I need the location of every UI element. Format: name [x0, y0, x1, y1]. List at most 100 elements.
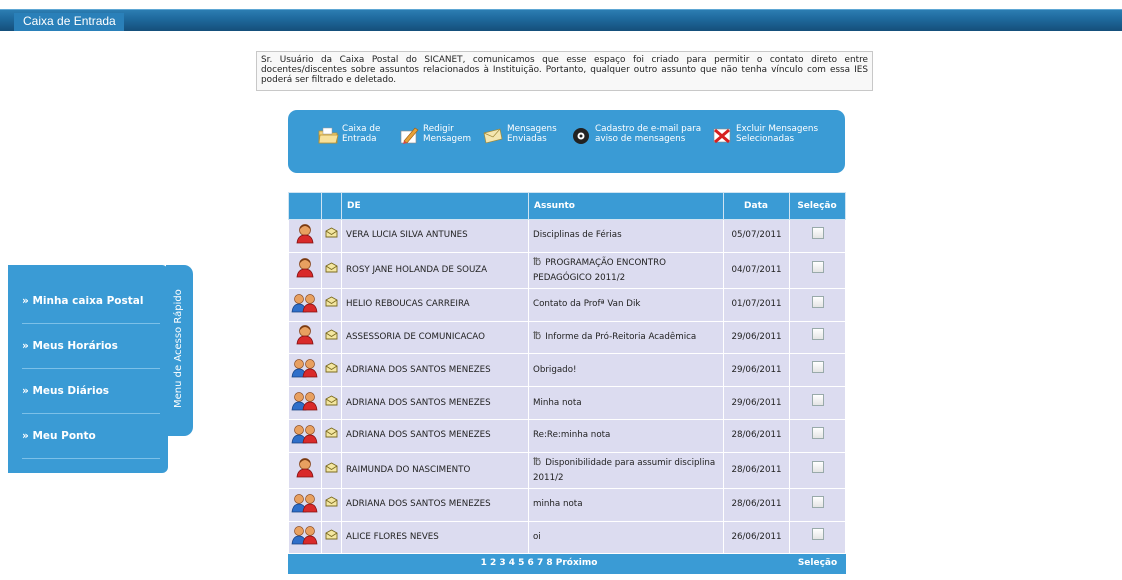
side-item-diaries[interactable]: » Meus Diários: [22, 369, 160, 414]
subject-cell[interactable]: ℔ Disponibilidade para assumir disciplina…: [528, 451, 724, 489]
select-checkbox[interactable]: [811, 295, 824, 308]
sender-name[interactable]: ADRIANA DOS SANTOS MENEZES: [346, 398, 491, 408]
subject-cell[interactable]: Obrigado!: [528, 353, 724, 388]
table-row[interactable]: ALICE FLORES NEVES oi 26/06/2011: [288, 520, 846, 555]
from-cell[interactable]: ROSY JANE HOLANDA DE SOUZA: [341, 251, 529, 289]
select-checkbox[interactable]: [811, 426, 824, 439]
table-row[interactable]: ADRIANA DOS SANTOS MENEZES minha nota 28/0…: [288, 487, 846, 522]
from-cell[interactable]: ADRIANA DOS SANTOS MENEZES: [341, 353, 529, 388]
subject-text[interactable]: Minha nota: [533, 398, 582, 408]
select-checkbox[interactable]: [811, 361, 824, 374]
envelope-cell: [321, 487, 342, 522]
sender-name[interactable]: ADRIANA DOS SANTOS MENEZES: [346, 499, 491, 509]
from-cell[interactable]: ASSESSORIA DE COMUNICACAO: [341, 320, 529, 355]
from-cell[interactable]: ADRIANA DOS SANTOS MENEZES: [341, 487, 529, 522]
date-cell: 01/07/2011: [723, 287, 790, 322]
table-row[interactable]: ASSESSORIA DE COMUNICACAO ℔ Informe da Pró…: [288, 320, 846, 355]
select-checkbox[interactable]: [811, 261, 824, 274]
envelope-icon: [325, 529, 338, 543]
table-row[interactable]: ADRIANA DOS SANTOS MENEZES Obrigado! 29/06…: [288, 353, 846, 388]
from-cell[interactable]: HELIO REBOUCAS CARREIRA: [341, 287, 529, 322]
from-cell[interactable]: RAIMUNDA DO NASCIMENTO: [341, 451, 529, 489]
sender-name[interactable]: ASSESSORIA DE COMUNICACAO: [346, 332, 485, 342]
header-select[interactable]: Seleção: [789, 192, 846, 220]
subject-text[interactable]: Disciplinas de Férias: [533, 230, 622, 240]
subject-cell[interactable]: Contato da Profª Van Dik: [528, 287, 724, 322]
from-cell[interactable]: ALICE FLORES NEVES: [341, 520, 529, 555]
table-row[interactable]: HELIO REBOUCAS CARREIRA Contato da Profª …: [288, 287, 846, 322]
select-checkbox[interactable]: [811, 528, 824, 541]
single-user-icon: [294, 458, 316, 481]
envelope-icon: [325, 362, 338, 376]
from-cell[interactable]: ADRIANA DOS SANTOS MENEZES: [341, 418, 529, 453]
envelope-cell: [321, 451, 342, 489]
compose-button[interactable]: Redigir Mensagem: [398, 124, 471, 153]
subject-text[interactable]: Contato da Profª Van Dik: [533, 299, 640, 309]
select-cell: [789, 520, 846, 555]
select-checkbox[interactable]: [811, 226, 824, 239]
sender-name[interactable]: VERA LUCIA SILVA ANTUNES: [346, 230, 468, 240]
select-cell: [789, 487, 846, 522]
side-item-attendance[interactable]: » Meu Ponto: [22, 414, 160, 459]
subject-cell[interactable]: Disciplinas de Férias: [528, 219, 724, 253]
table-row[interactable]: ADRIANA DOS SANTOS MENEZES Re:Re:minha no…: [288, 418, 846, 453]
header-subject[interactable]: Assunto: [528, 192, 724, 220]
subject-cell[interactable]: oi: [528, 520, 724, 555]
select-cell: [789, 219, 846, 253]
date-cell: 04/07/2011: [723, 251, 790, 289]
from-cell[interactable]: VERA LUCIA SILVA ANTUNES: [341, 219, 529, 253]
footer-select-label[interactable]: Seleção: [789, 553, 846, 575]
compose-icon: [400, 127, 419, 144]
table-footer-row: 1 2 3 4 5 6 7 8 Próximo Seleção: [288, 553, 846, 575]
side-item-schedules[interactable]: » Meus Horários: [22, 324, 160, 369]
email-register-button[interactable]: Cadastro de e-mail para aviso de mensage…: [570, 124, 701, 153]
subject-text[interactable]: minha nota: [533, 499, 583, 509]
select-cell: [789, 320, 846, 355]
mail-toolbar: Caixa de Entrada Redigir Mensagem Mensag…: [288, 110, 845, 173]
sent-messages-button[interactable]: Mensagens Enviadas: [482, 124, 557, 153]
single-user-icon: [294, 258, 316, 281]
subject-cell[interactable]: minha nota: [528, 487, 724, 522]
subject-cell[interactable]: ℔ Informe da Pró-Reitoria Acadêmica: [528, 320, 724, 355]
sender-name[interactable]: HELIO REBOUCAS CARREIRA: [346, 299, 470, 309]
table-row[interactable]: VERA LUCIA SILVA ANTUNES Disciplinas de F…: [288, 219, 846, 253]
group-user-icon: [290, 359, 320, 381]
sender-avatar-cell: [288, 418, 322, 453]
paperclip-icon: ℔: [533, 456, 542, 468]
side-item-mailbox[interactable]: » Minha caixa Postal: [22, 279, 160, 324]
pagination[interactable]: 1 2 3 4 5 6 7 8 Próximo: [288, 553, 790, 575]
subject-text[interactable]: oi: [533, 532, 541, 542]
sender-name[interactable]: ADRIANA DOS SANTOS MENEZES: [346, 430, 491, 440]
select-checkbox[interactable]: [811, 461, 824, 474]
subject-text[interactable]: PROGRAMAÇÃO ENCONTRO PEDAGÓGICO 2011/2: [533, 258, 666, 283]
from-cell[interactable]: ADRIANA DOS SANTOS MENEZES: [341, 386, 529, 420]
header-date[interactable]: Data: [723, 192, 790, 220]
sender-name[interactable]: RAIMUNDA DO NASCIMENTO: [346, 465, 470, 475]
subject-cell[interactable]: ℔ PROGRAMAÇÃO ENCONTRO PEDAGÓGICO 2011/2: [528, 251, 724, 289]
sender-name[interactable]: ALICE FLORES NEVES: [346, 532, 439, 542]
inbox-button[interactable]: Caixa de Entrada: [317, 124, 380, 153]
table-row[interactable]: ROSY JANE HOLANDA DE SOUZA ℔ PROGRAMAÇÃO E…: [288, 251, 846, 289]
header-from[interactable]: DE: [341, 192, 529, 220]
subject-text[interactable]: Re:Re:minha nota: [533, 430, 610, 440]
subject-text[interactable]: Disponibilidade para assumir disciplina …: [533, 458, 715, 483]
subject-text[interactable]: Informe da Pró-Reitoria Acadêmica: [545, 332, 696, 342]
paperclip-icon: ℔: [533, 331, 542, 343]
subject-cell[interactable]: Minha nota: [528, 386, 724, 420]
top-header-bar: Caixa de Entrada: [0, 9, 1122, 31]
table-row[interactable]: ADRIANA DOS SANTOS MENEZES Minha nota 29/0…: [288, 386, 846, 420]
sender-name[interactable]: ROSY JANE HOLANDA DE SOUZA: [346, 265, 487, 275]
select-checkbox[interactable]: [811, 495, 824, 508]
delete-selected-button[interactable]: Excluir Mensagens Selecionadas: [711, 124, 818, 153]
group-user-icon: [290, 526, 320, 548]
select-checkbox[interactable]: [811, 394, 824, 407]
subject-text[interactable]: Obrigado!: [533, 365, 577, 375]
sender-name[interactable]: ADRIANA DOS SANTOS MENEZES: [346, 365, 491, 375]
table-row[interactable]: RAIMUNDA DO NASCIMENTO ℔ Disponibilidade p…: [288, 451, 846, 489]
select-checkbox[interactable]: [811, 328, 824, 341]
group-user-icon: [290, 425, 320, 447]
subject-cell[interactable]: Re:Re:minha nota: [528, 418, 724, 453]
envelope-cell: [321, 418, 342, 453]
envelope-icon: [325, 462, 338, 476]
email-register-icon: [573, 128, 589, 144]
